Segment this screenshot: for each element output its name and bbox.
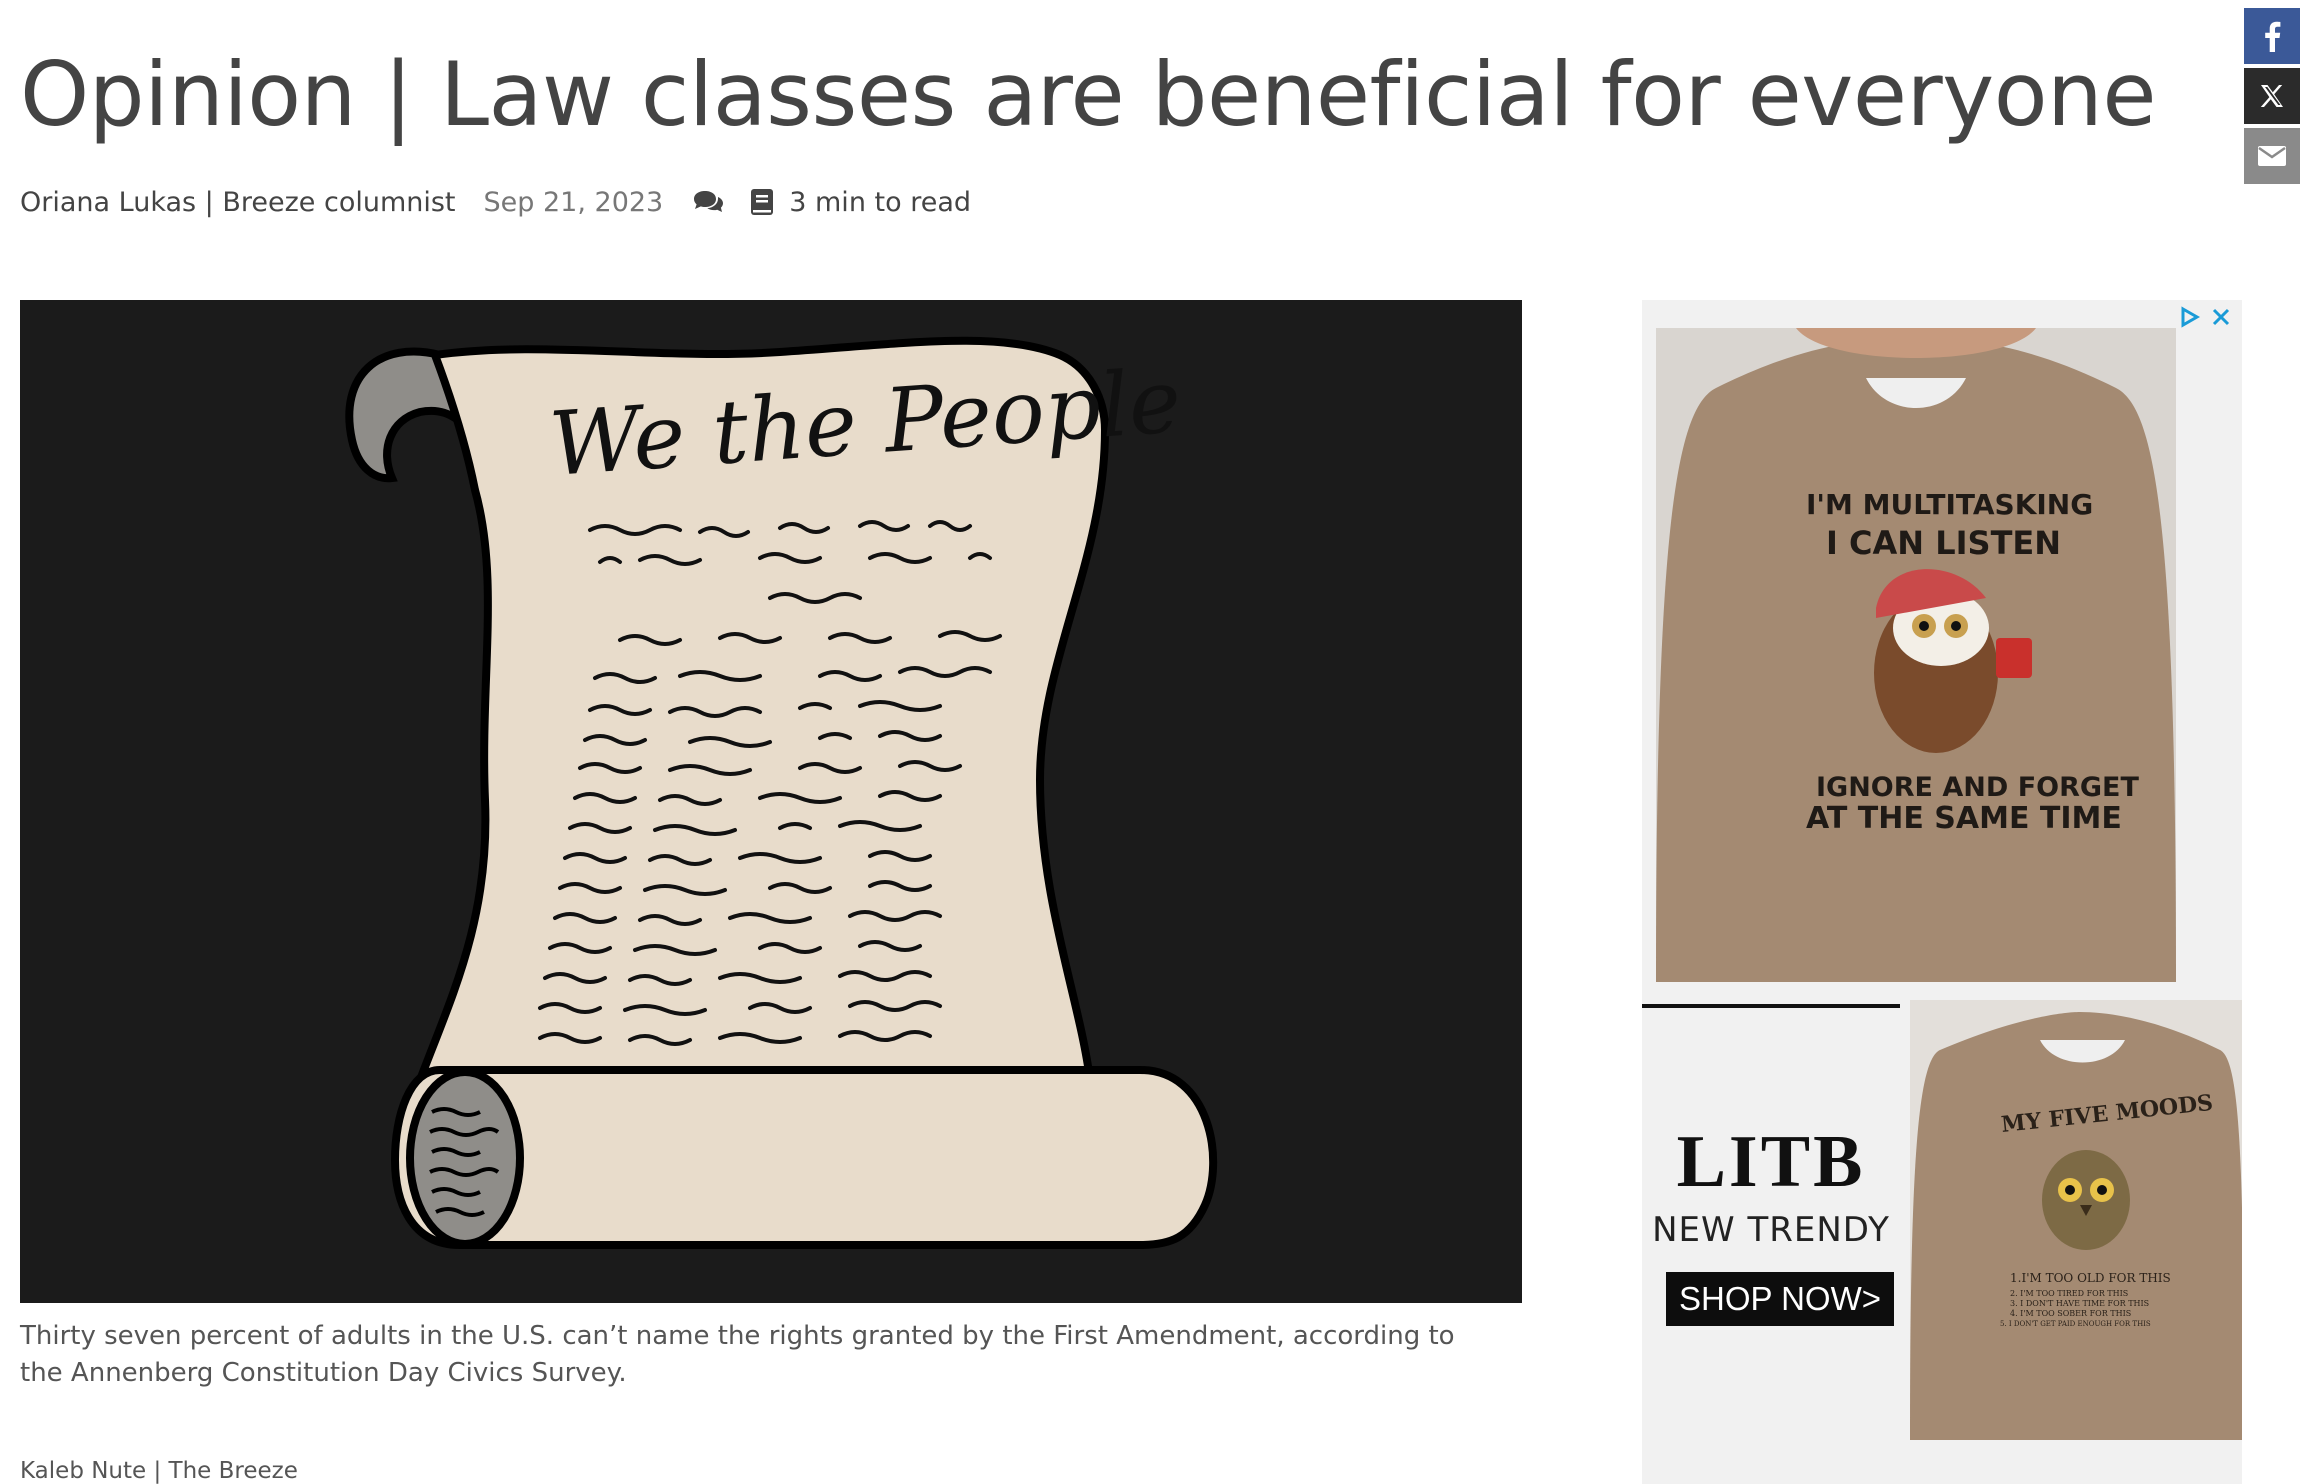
feature-image: We the People bbox=[20, 300, 1522, 1303]
adchoices-icon bbox=[2181, 306, 2200, 328]
shirt-text-line-3: IGNORE AND FORGET bbox=[1816, 772, 2139, 803]
shirt-text-line-1: I'M MULTITASKING bbox=[1806, 488, 2093, 521]
shop-now-button[interactable]: SHOP NOW> bbox=[1666, 1272, 1894, 1326]
ad-close-button[interactable] bbox=[2208, 304, 2234, 330]
email-icon bbox=[2258, 146, 2286, 166]
moods-line-4: 4. I'M TOO SOBER FOR THIS bbox=[2010, 1309, 2131, 1318]
moods-line-1: 1.I'M TOO OLD FOR THIS bbox=[2010, 1271, 2171, 1285]
article-page: Opinion | Law classes are beneficial for… bbox=[0, 0, 2316, 1484]
article-byline: Oriana Lukas | Breeze columnist Sep 21, … bbox=[20, 180, 971, 224]
close-icon bbox=[2212, 308, 2230, 326]
ad-controls bbox=[2176, 304, 2234, 330]
facebook-share-button[interactable] bbox=[2244, 8, 2300, 64]
adchoices-button[interactable] bbox=[2176, 304, 2202, 330]
moods-line-2: 2. I'M TOO TIRED FOR THIS bbox=[2010, 1289, 2128, 1298]
photo-credit: Kaleb Nute | The Breeze bbox=[20, 1458, 298, 1484]
author-name[interactable]: Oriana Lukas | Breeze columnist bbox=[20, 187, 456, 218]
ad-product-image-bottom[interactable]: MY FIVE MOODS 1.I'M TOO OLD FOR THIS 2. … bbox=[1910, 1000, 2242, 1440]
facebook-icon bbox=[2265, 21, 2281, 52]
litb-logo[interactable]: LITB bbox=[1642, 1120, 1900, 1205]
email-share-button[interactable] bbox=[2244, 128, 2300, 184]
ad-divider bbox=[1642, 1004, 1900, 1008]
book-icon bbox=[749, 187, 775, 217]
share-bar bbox=[2244, 8, 2300, 188]
x-share-button[interactable] bbox=[2244, 68, 2300, 124]
shirt-text-line-2: I CAN LISTEN bbox=[1826, 524, 2061, 562]
x-icon bbox=[2260, 85, 2283, 107]
litb-tagline: NEW TRENDY bbox=[1652, 1210, 1890, 1250]
comments-icon[interactable] bbox=[691, 188, 725, 216]
shirt-text-line-4: AT THE SAME TIME bbox=[1806, 801, 2122, 836]
article-headline: Opinion | Law classes are beneficial for… bbox=[20, 43, 2156, 146]
ad-product-image-top[interactable]: I'M MULTITASKING I CAN LISTEN IGNORE AND… bbox=[1656, 328, 2176, 982]
publish-date: Sep 21, 2023 bbox=[483, 186, 664, 218]
read-time: 3 min to read bbox=[789, 186, 971, 218]
advertisement[interactable]: I'M MULTITASKING I CAN LISTEN IGNORE AND… bbox=[1642, 300, 2242, 1484]
image-caption: Thirty seven percent of adults in the U.… bbox=[20, 1321, 1455, 1388]
moods-line-3: 3. I DON'T HAVE TIME FOR THIS bbox=[2010, 1299, 2149, 1308]
moods-line-5: 5. I DON'T GET PAID ENOUGH FOR THIS bbox=[2000, 1320, 2151, 1328]
angry-owl-illustration bbox=[2042, 1150, 2130, 1250]
